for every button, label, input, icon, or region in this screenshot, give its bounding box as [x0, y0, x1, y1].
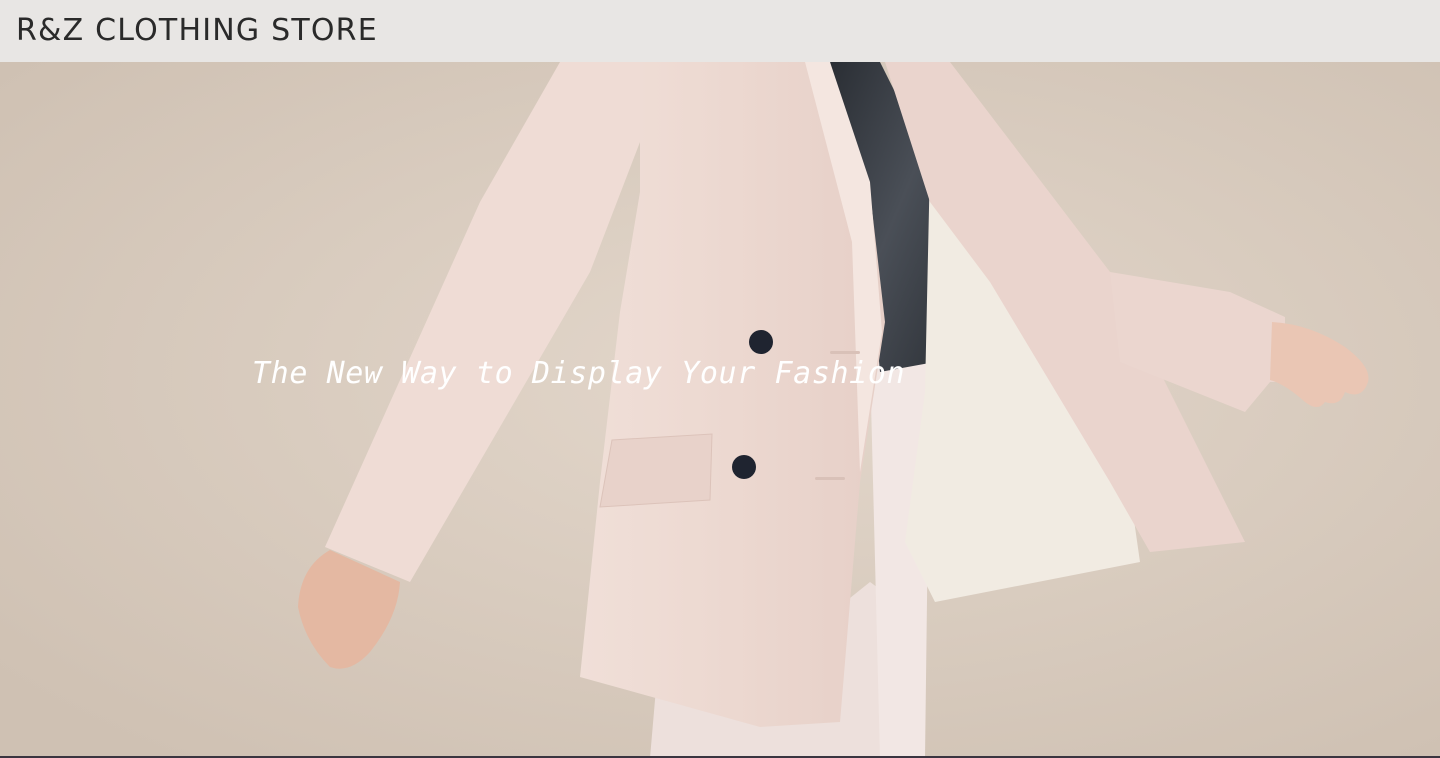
brand-logo-text[interactable]: R&Z CLOTHING STORE — [16, 11, 378, 51]
hero-tagline: The New Way to Display Your Fashion — [252, 356, 906, 391]
hero-photo — [0, 62, 1440, 758]
blazer-button-bottom — [732, 455, 756, 479]
blazer-button-top — [749, 330, 773, 354]
pocket-flap — [599, 433, 713, 508]
hero-banner: The New Way to Display Your Fashion — [0, 62, 1440, 758]
site-header: R&Z CLOTHING STORE — [0, 0, 1440, 62]
buttonhole — [815, 477, 845, 480]
